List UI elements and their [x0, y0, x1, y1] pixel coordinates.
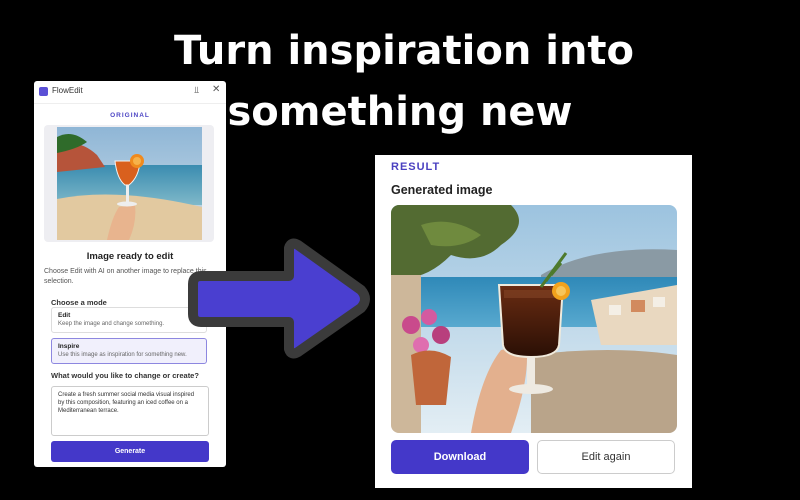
- option-title: Edit: [58, 312, 71, 319]
- close-icon[interactable]: ✕: [212, 84, 220, 95]
- mode-label: Choose a mode: [51, 298, 107, 307]
- prompt-textarea[interactable]: Create a fresh summer social media visua…: [51, 386, 209, 436]
- title-bar: FlowEdit ⫫ ✕: [34, 81, 226, 104]
- arrow-right-icon: [185, 238, 385, 365]
- app-title: FlowEdit: [52, 86, 83, 95]
- generate-button[interactable]: Generate: [51, 441, 209, 462]
- headline-line-1: Turn inspiration into: [173, 28, 635, 74]
- option-subtitle: Use this image as inspiration for someth…: [58, 352, 187, 358]
- change-label: What would you like to change or create?: [51, 371, 199, 380]
- option-title: Inspire: [58, 343, 80, 350]
- original-label: ORIGINAL: [110, 112, 150, 119]
- download-button[interactable]: Download: [391, 440, 529, 474]
- option-subtitle: Keep the image and change something.: [58, 321, 165, 327]
- original-image: [57, 127, 202, 240]
- app-logo-icon: [39, 87, 48, 96]
- result-panel: RESULT Generated image Download Edit aga…: [375, 155, 692, 488]
- generated-image: [391, 205, 677, 433]
- pin-icon[interactable]: ⫫: [194, 85, 199, 96]
- generated-title: Generated image: [391, 183, 493, 197]
- result-label: RESULT: [391, 161, 441, 173]
- mode-option-inspire[interactable]: Inspire Use this image as inspiration fo…: [51, 338, 207, 364]
- edit-again-button[interactable]: Edit again: [537, 440, 675, 474]
- mode-option-edit[interactable]: Edit Keep the image and change something…: [51, 307, 207, 333]
